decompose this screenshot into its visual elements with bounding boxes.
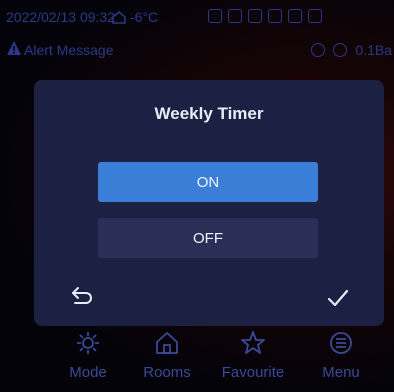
nav-menu-label: Menu [322,364,360,381]
outdoor-temp-value: -6°C [130,9,159,25]
alert-bar: Alert Message 0.1Ba [0,38,394,64]
warning-icon [7,41,21,55]
house-thermometer-icon [112,11,126,24]
nav-item-favourite[interactable]: Favourite [210,330,296,381]
background: 2022/02/13 09:32 -6°C Alert Message 0.1B… [0,0,394,392]
off-button[interactable]: OFF [98,218,318,258]
gauge-icon [333,43,348,57]
home-icon [156,332,178,354]
pressure-value: 0.1Ba [355,42,392,58]
status-bar: 2022/02/13 09:32 -6°C [0,0,394,36]
alert-right-group: 0.1Ba [311,42,392,58]
outdoor-temp: -6°C [112,9,158,25]
nav-mode-label: Mode [69,364,107,381]
status-icons [208,9,322,23]
gear-icon [311,43,326,57]
status-fan-icon [248,9,262,23]
status-mode-icon [208,9,222,23]
on-button[interactable]: ON [98,162,318,202]
alert-message[interactable]: Alert Message [24,42,113,58]
status-eco-icon [288,9,302,23]
nav-item-rooms[interactable]: Rooms [132,330,202,381]
star-icon [241,331,265,354]
nav-favourite-label: Favourite [221,364,285,381]
snowflake-sun-icon [77,332,99,354]
menu-icon [330,332,352,354]
nav-item-menu[interactable]: Menu [306,330,376,381]
status-schedule-icon [228,9,242,23]
nav-item-mode[interactable]: Mode [58,330,118,381]
status-clock-icon [308,9,322,23]
nav-rooms-label: Rooms [143,364,191,381]
bottom-nav: Mode Rooms Favourite Menu [0,330,394,392]
confirm-check-icon[interactable] [326,286,350,310]
weekly-timer-dialog: Weekly Timer ON OFF [34,80,384,326]
status-sun-icon [268,9,282,23]
status-datetime: 2022/02/13 09:32 [6,9,115,25]
dialog-title: Weekly Timer [154,104,264,123]
back-icon[interactable] [70,284,94,308]
